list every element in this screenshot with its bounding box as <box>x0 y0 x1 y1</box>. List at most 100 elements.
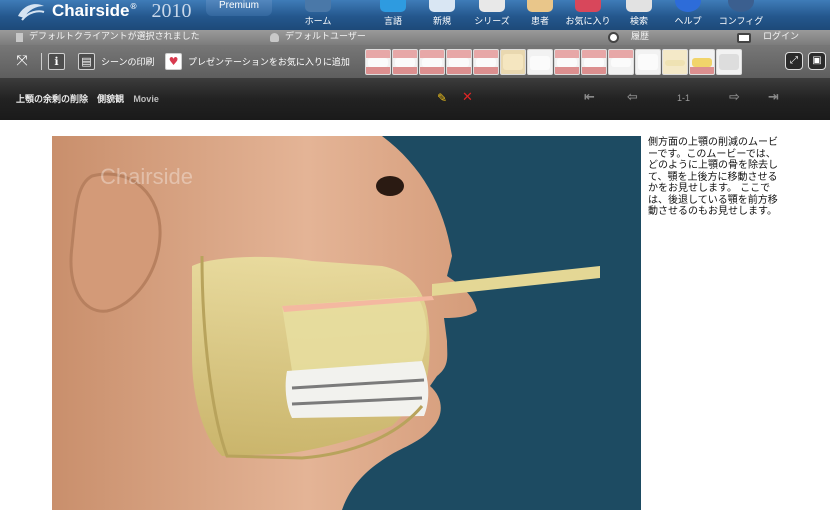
search-icon <box>626 0 652 12</box>
edition-badge: Premium <box>206 0 272 16</box>
scene-thumbnail[interactable] <box>446 49 472 75</box>
presentation-title: 上顎の余剰の削除 側貌観 Movie <box>16 92 165 105</box>
scene-thumbnails <box>365 49 742 75</box>
lock-icon <box>737 32 751 43</box>
login-button[interactable]: ログイン <box>737 30 799 45</box>
scene-thumbnail[interactable] <box>554 49 580 75</box>
thumbnail-gum <box>447 67 471 74</box>
scene-info-button[interactable]: ℹ <box>48 51 65 71</box>
edit-pencil-icon[interactable]: ✎ <box>437 91 447 105</box>
print-icon: ▤ <box>78 52 95 70</box>
top-header: Chairside ® 2010 Premium ホーム 言語 新規 シリーズ … <box>0 0 830 30</box>
thumbnail-gum <box>366 50 390 58</box>
thumbnail-teeth <box>719 54 739 70</box>
display-mode-button[interactable]: ▣ <box>808 52 826 70</box>
movie-player[interactable]: Chairside <box>52 136 641 510</box>
nav-patient-label: 患者 <box>530 17 549 27</box>
history-button[interactable]: 履歴 <box>608 30 649 45</box>
presentation-view: 側貌観 <box>97 95 125 105</box>
fullscreen-button[interactable]: ⤢ <box>785 52 803 70</box>
nav-help-button[interactable]: ヘルプ <box>673 0 703 30</box>
thumbnail-teeth <box>368 58 388 67</box>
scene-thumbnail[interactable] <box>527 49 553 75</box>
scene-thumbnail[interactable] <box>392 49 418 75</box>
collapse-button[interactable]: ⤧ <box>12 51 32 71</box>
scene-thumbnail[interactable] <box>635 49 661 75</box>
patient-icon <box>527 0 553 12</box>
teeth-row <box>285 361 429 418</box>
app-window: Chairside ® 2010 Premium ホーム 言語 新規 シリーズ … <box>0 0 830 510</box>
scene-thumbnail[interactable] <box>500 49 526 75</box>
toolbar: ⤧ ℹ ▤ シーンの印刷 ♥ プレゼンテーションをお気に入りに追加 ⤢ ▣ <box>0 45 830 78</box>
nav-language-button[interactable]: 言語 <box>378 0 408 30</box>
nav-new-button[interactable]: 新規 <box>428 0 456 30</box>
next-page-icon[interactable]: ⇨ <box>729 90 740 105</box>
nav-config-label: コンフィグ <box>718 17 764 27</box>
delete-x-icon[interactable]: ✕ <box>462 90 473 105</box>
thumbnail-gum <box>366 67 390 74</box>
user-status[interactable]: デフォルトユーザー <box>270 30 366 45</box>
scene-info-icon: ℹ <box>48 52 65 70</box>
print-scene-button[interactable]: ▤ シーンの印刷 <box>78 51 155 71</box>
nav-series-label: シリーズ <box>474 17 510 27</box>
client-status[interactable]: デフォルトクライアントが選択されました <box>16 30 200 45</box>
user-icon <box>270 33 279 42</box>
trademark-mark: ® <box>129 1 138 11</box>
scene-thumbnail[interactable] <box>608 49 634 75</box>
media-watermark: Chairside <box>100 164 193 189</box>
nav-search-button[interactable]: 検索 <box>624 0 654 30</box>
thumbnail-teeth <box>692 58 712 67</box>
thumbnail-teeth <box>503 54 523 70</box>
login-label: ログイン <box>763 32 800 42</box>
thumbnail-teeth <box>395 58 415 67</box>
logo-mark-icon <box>18 4 45 21</box>
thumbnail-teeth <box>665 60 685 66</box>
status-bar: デフォルトクライアントが選択されました デフォルトユーザー 履歴 ログイン <box>0 30 830 45</box>
help-icon <box>675 0 701 12</box>
add-favorite-label: プレゼンテーションをお気に入りに追加 <box>188 57 350 68</box>
app-logo: Chairside ® 2010 <box>16 0 191 24</box>
thumbnail-gum <box>582 50 606 58</box>
thumbnail-gum <box>447 50 471 58</box>
scene-thumbnail[interactable] <box>473 49 499 75</box>
thumbnail-gum <box>474 67 498 74</box>
thumbnail-gum <box>555 50 579 58</box>
thumbnail-gum <box>609 50 633 58</box>
add-favorite-button[interactable]: ♥ プレゼンテーションをお気に入りに追加 <box>165 51 350 71</box>
nav-favorites-button[interactable]: お気に入り <box>565 0 611 30</box>
nav-series-button[interactable]: シリーズ <box>474 0 510 30</box>
scene-thumbnail[interactable] <box>581 49 607 75</box>
history-label: 履歴 <box>631 32 650 42</box>
content-area: Chairside 側方面の上顎の削減のムービーです。このムービーでは、どのよう… <box>0 120 830 510</box>
thumbnail-teeth <box>611 58 631 67</box>
nav-patient-button[interactable]: 患者 <box>527 0 553 30</box>
thumbnail-gum <box>555 67 579 74</box>
thumbnail-gum <box>474 50 498 58</box>
scene-thumbnail[interactable] <box>419 49 445 75</box>
thumbnail-gum <box>582 67 606 74</box>
last-page-icon[interactable]: ⇥ <box>768 90 779 105</box>
nav-home-button[interactable]: ホーム <box>300 0 336 30</box>
fullscreen-icon: ⤢ <box>790 55 798 66</box>
series-icon <box>479 0 505 12</box>
thumbnail-gum <box>420 67 444 74</box>
first-page-icon[interactable]: ⇤ <box>584 90 595 105</box>
nav-language-label: 言語 <box>383 17 402 27</box>
logo-text: Chairside <box>52 1 130 20</box>
scene-thumbnail[interactable] <box>689 49 715 75</box>
scene-thumbnail[interactable] <box>662 49 688 75</box>
previous-page-icon[interactable]: ⇦ <box>627 90 638 105</box>
scene-thumbnail[interactable] <box>716 49 742 75</box>
pin-icon <box>16 33 23 42</box>
logo-year: 2010 <box>151 0 192 22</box>
nav-new-label: 新規 <box>432 17 451 27</box>
thumbnail-teeth <box>422 58 442 67</box>
scene-thumbnail[interactable] <box>365 49 391 75</box>
nav-config-button[interactable]: コンフィグ <box>718 0 764 30</box>
eye-shape <box>376 176 404 196</box>
user-status-text: デフォルトユーザー <box>285 32 366 42</box>
presentation-bar: 上顎の余剰の削除 側貌観 Movie ✎ ✕ ⇤ ⇦ 1-1 ⇨ ⇥ <box>0 78 830 120</box>
thumbnail-gum <box>690 67 714 74</box>
heart-icon: ♥ <box>165 52 182 70</box>
new-icon <box>429 0 455 12</box>
